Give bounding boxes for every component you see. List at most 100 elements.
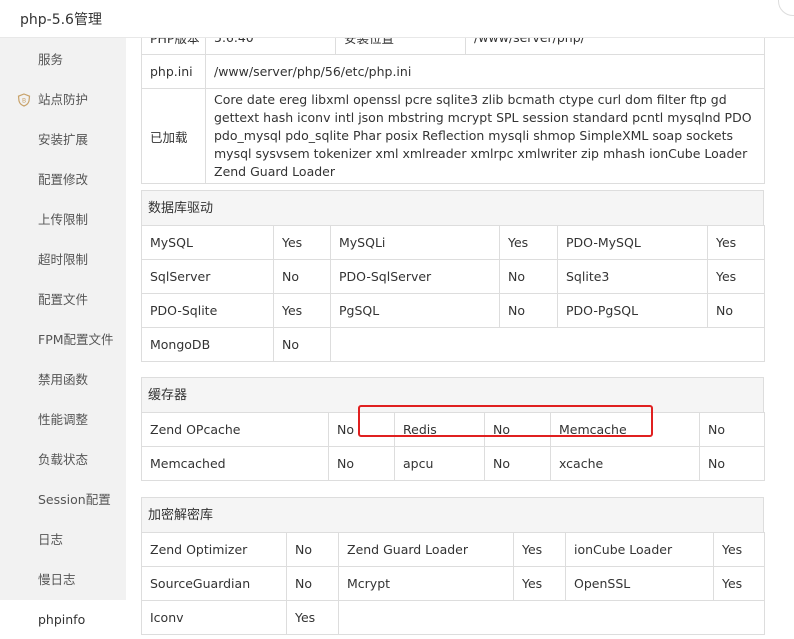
sidebar-item-service[interactable]: 服务 [0, 40, 126, 80]
sidebar: 服务 B 站点防护 安装扩展 配置修改 上传限制 超时限制 配置文件 FPM配置… [0, 38, 126, 639]
table-row: Memcached No apcu No xcache No [141, 446, 765, 481]
section-title-cache: 缓存器 [141, 377, 764, 412]
sidebar-item-config-modify[interactable]: 配置修改 [0, 160, 126, 200]
sidebar-item-label: 服务 [38, 52, 64, 67]
cache-table: Zend OPcache No Redis No Memcache No Memcac… [141, 412, 765, 481]
sidebar-item-label: Session配置 [38, 492, 111, 507]
php-info-table: PHP版本 5.6.40 安装位置 /www/server/php/ php.i… [141, 38, 765, 184]
sidebar-item-label: 上传限制 [38, 212, 89, 227]
info-label: 安装位置 [335, 38, 466, 55]
window-title: php-5.6管理 [20, 12, 102, 28]
cache-name: xcache [550, 446, 700, 481]
loaded-extensions: Core date ereg libxml openssl pcre sqlit… [205, 88, 765, 184]
table-row: SqlServer No PDO-SqlServer No Sqlite3 Yes [141, 259, 765, 294]
sidebar-item-session-config[interactable]: Session配置 [0, 480, 126, 520]
database-drivers-table: MySQL Yes MySQLi Yes PDO-MySQL Yes SqlServe… [141, 225, 765, 362]
cache-status: No [484, 446, 551, 481]
crypto-name: Iconv [141, 600, 287, 635]
crypto-name: OpenSSL [565, 566, 714, 601]
driver-name: PDO-PgSQL [557, 293, 708, 328]
driver-status: Yes [707, 259, 765, 294]
info-label: PHP版本 [141, 38, 206, 55]
cache-name: Redis [394, 412, 485, 447]
driver-name: SqlServer [141, 259, 274, 294]
crypto-name: Zend Guard Loader [338, 532, 514, 567]
crypto-status: No [286, 566, 339, 601]
cache-name: apcu [394, 446, 485, 481]
table-row: MySQL Yes MySQLi Yes PDO-MySQL Yes [141, 225, 765, 260]
driver-status: No [499, 293, 558, 328]
table-row: PHP版本 5.6.40 安装位置 /www/server/php/ [141, 38, 765, 55]
info-label: 已加载 [141, 88, 206, 184]
phpinfo-panel[interactable]: PHP版本 5.6.40 安装位置 /www/server/php/ php.i… [126, 38, 794, 639]
section-title-database: 数据库驱动 [141, 190, 764, 225]
table-row: php.ini /www/server/php/56/etc/php.ini [141, 54, 765, 89]
driver-status: No [273, 259, 331, 294]
crypto-table: Zend Optimizer No Zend Guard Loader Yes io… [141, 532, 765, 635]
driver-name: PDO-MySQL [557, 225, 708, 260]
sidebar-item-label: 负载状态 [38, 452, 89, 467]
driver-name: MySQLi [330, 225, 500, 260]
driver-status: No [707, 293, 765, 328]
php-ini-path: /www/server/php/56/etc/php.ini [205, 54, 765, 89]
sidebar-item-site-protection[interactable]: B 站点防护 [0, 80, 126, 120]
table-row: PDO-Sqlite Yes PgSQL No PDO-PgSQL No [141, 293, 765, 328]
sidebar-item-performance[interactable]: 性能调整 [0, 400, 126, 440]
info-value: 5.6.40 [205, 38, 336, 55]
cache-status: No [484, 412, 551, 447]
sidebar-item-label: 配置文件 [38, 292, 89, 307]
crypto-name: SourceGuardian [141, 566, 287, 601]
crypto-status: Yes [513, 566, 566, 601]
crypto-name: Zend Optimizer [141, 532, 287, 567]
sidebar-item-label: FPM配置文件 [38, 332, 114, 347]
table-row: Iconv Yes [141, 600, 765, 635]
sidebar-item-fpm-config[interactable]: FPM配置文件 [0, 320, 126, 360]
sidebar-item-slow-logs[interactable]: 慢日志 [0, 560, 126, 600]
sidebar-item-disabled-functions[interactable]: 禁用函数 [0, 360, 126, 400]
driver-name: PDO-Sqlite [141, 293, 274, 328]
crypto-status: Yes [713, 566, 765, 601]
sidebar-item-label: 慢日志 [38, 572, 76, 587]
cache-name: Memcached [141, 446, 329, 481]
sidebar-item-install-extensions[interactable]: 安装扩展 [0, 120, 126, 160]
table-row: MongoDB No [141, 327, 765, 362]
sidebar-item-logs[interactable]: 日志 [0, 520, 126, 560]
table-row: 已加载 Core date ereg libxml openssl pcre s… [141, 88, 765, 184]
section-title-crypto: 加密解密库 [141, 497, 764, 532]
sidebar-item-label: 禁用函数 [38, 372, 89, 387]
sidebar-item-config-file[interactable]: 配置文件 [0, 280, 126, 320]
driver-status: No [273, 327, 331, 362]
sidebar-item-load-status[interactable]: 负载状态 [0, 440, 126, 480]
close-icon[interactable] [778, 0, 794, 16]
sidebar-item-timeout-limit[interactable]: 超时限制 [0, 240, 126, 280]
sidebar-item-label: 性能调整 [38, 412, 89, 427]
empty-cell [338, 600, 765, 635]
cache-name: Memcache [550, 412, 700, 447]
crypto-status: Yes [713, 532, 765, 567]
crypto-name: ionCube Loader [565, 532, 714, 567]
sidebar-item-label: 配置修改 [38, 172, 89, 187]
cache-name: Zend OPcache [141, 412, 329, 447]
sidebar-item-label: 日志 [38, 532, 64, 547]
window-titlebar: php-5.6管理 [0, 0, 794, 38]
cache-status: No [699, 446, 765, 481]
driver-status: Yes [273, 225, 331, 260]
driver-status: Yes [273, 293, 331, 328]
empty-cell [330, 327, 765, 362]
driver-name: PDO-SqlServer [330, 259, 500, 294]
crypto-status: Yes [513, 532, 566, 567]
crypto-status: Yes [286, 600, 339, 635]
sidebar-item-phpinfo[interactable]: phpinfo [0, 600, 126, 639]
info-label: php.ini [141, 54, 206, 89]
driver-name: Sqlite3 [557, 259, 708, 294]
info-value: /www/server/php/ [465, 38, 765, 55]
driver-name: MongoDB [141, 327, 274, 362]
crypto-name: Mcrypt [338, 566, 514, 601]
sidebar-item-upload-limit[interactable]: 上传限制 [0, 200, 126, 240]
sidebar-item-label: 安装扩展 [38, 132, 89, 147]
crypto-status: No [286, 532, 339, 567]
cache-status: No [328, 446, 395, 481]
driver-name: MySQL [141, 225, 274, 260]
sidebar-item-label: 超时限制 [38, 252, 89, 267]
driver-status: Yes [499, 225, 558, 260]
